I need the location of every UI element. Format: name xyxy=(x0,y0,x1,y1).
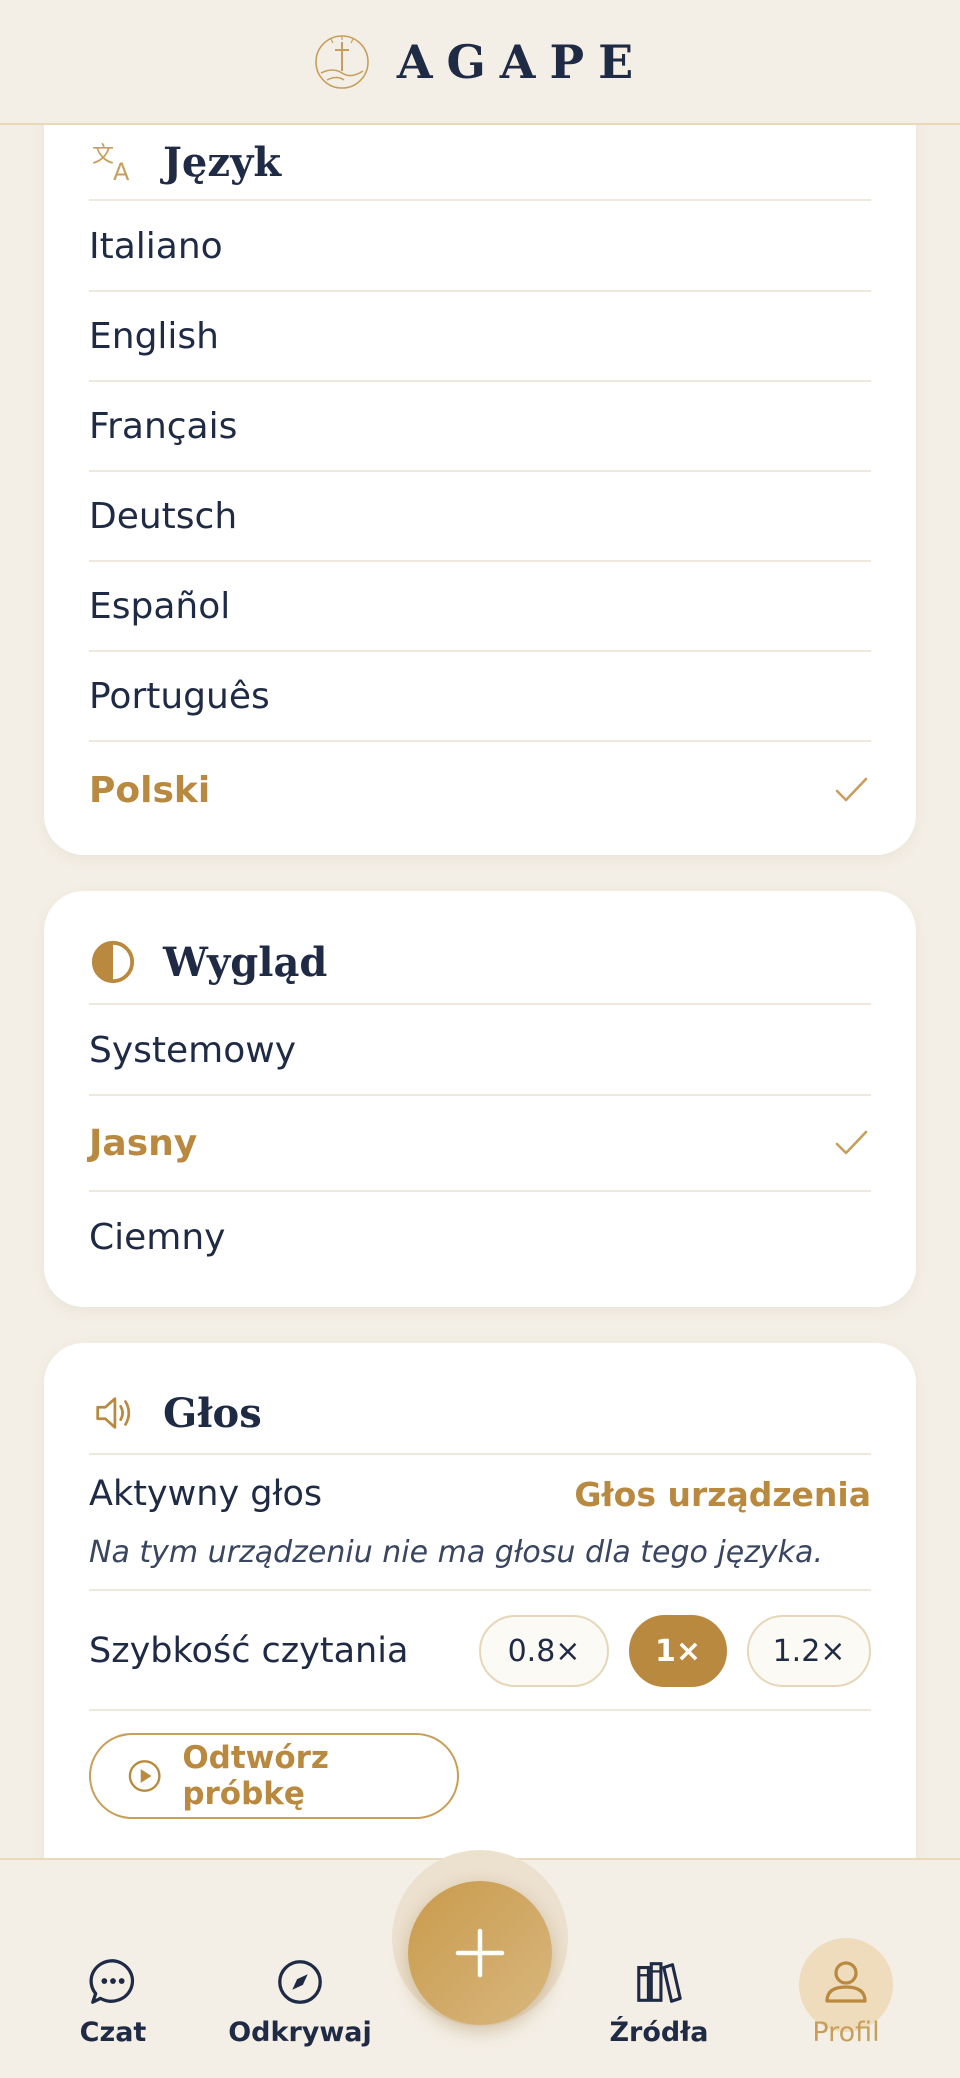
appearance-card: Wygląd Systemowy Jasny Ciemny xyxy=(44,891,916,1307)
voice-title: Głos xyxy=(163,1389,262,1437)
language-option-francais[interactable]: Français xyxy=(89,382,871,472)
nav-label-discover: Odkrywaj xyxy=(228,2017,372,2048)
nav-label-sources: Źródła xyxy=(609,2017,709,2048)
check-icon xyxy=(835,777,868,802)
appearance-option-light[interactable]: Jasny xyxy=(89,1096,871,1192)
language-title: Język xyxy=(163,138,282,186)
svg-text:A: A xyxy=(113,158,130,186)
nav-item-discover[interactable]: Odkrywaj xyxy=(220,1860,380,2078)
nav-item-sources[interactable]: Źródła xyxy=(579,1860,739,2078)
language-option-polski[interactable]: Polski xyxy=(89,742,871,838)
plus-icon xyxy=(455,1928,505,1978)
user-icon xyxy=(819,1955,873,2009)
play-sample-button[interactable]: Odtwórz próbkę xyxy=(89,1733,459,1819)
language-card: 文 A Język Italiano English Français Deut… xyxy=(44,125,916,855)
language-option-italiano[interactable]: Italiano xyxy=(89,202,871,292)
reading-speed-label: Szybkość czytania xyxy=(89,1631,409,1671)
speed-chip-0-8[interactable]: 0.8× xyxy=(479,1615,609,1687)
voice-card: Głos Aktywny głos Głos urządzenia Na tym… xyxy=(44,1343,916,1858)
language-option-deutsch[interactable]: Deutsch xyxy=(89,472,871,562)
books-icon xyxy=(632,1955,686,2009)
active-voice-label: Aktywny głos xyxy=(89,1474,323,1514)
language-option-portugues[interactable]: Português xyxy=(89,652,871,742)
new-chat-button[interactable] xyxy=(408,1881,552,2025)
contrast-icon xyxy=(89,938,137,986)
nav-label-profile: Profil xyxy=(812,2017,880,2048)
voice-note: Na tym urządzeniu nie ma głosu dla tego … xyxy=(89,1531,871,1591)
nav-item-profile[interactable]: Profil xyxy=(766,1860,926,2078)
nav-item-chat[interactable]: Czat xyxy=(33,1860,193,2078)
settings-scroll[interactable]: 文 A Język Italiano English Français Deut… xyxy=(0,125,960,1858)
speed-chips: 0.8× 1× 1.2× xyxy=(479,1615,871,1687)
translate-icon: 文 A xyxy=(89,138,137,186)
language-header: 文 A Język xyxy=(89,125,871,201)
chat-icon xyxy=(86,1955,140,2009)
svg-text:文: 文 xyxy=(92,143,114,168)
active-voice-row[interactable]: Aktywny głos Głos urządzenia xyxy=(89,1457,871,1531)
check-icon xyxy=(835,1130,868,1155)
speed-chip-1[interactable]: 1× xyxy=(629,1615,727,1687)
reading-speed-row: Szybkość czytania 0.8× 1× 1.2× xyxy=(89,1593,871,1711)
play-sample-label: Odtwórz próbkę xyxy=(182,1740,329,1812)
appearance-title: Wygląd xyxy=(163,938,328,986)
language-option-english[interactable]: English xyxy=(89,292,871,382)
nav-label-chat: Czat xyxy=(79,2017,147,2048)
active-voice-value[interactable]: Głos urządzenia xyxy=(574,1475,871,1514)
app-header: AGAPE xyxy=(0,0,960,125)
cross-sun-logo xyxy=(315,34,369,89)
appearance-option-dark[interactable]: Ciemny xyxy=(89,1192,871,1282)
appearance-header: Wygląd xyxy=(89,921,871,1005)
speed-chip-1-2[interactable]: 1.2× xyxy=(747,1615,871,1687)
appearance-option-system[interactable]: Systemowy xyxy=(89,1006,871,1096)
logo: AGAPE xyxy=(313,33,647,91)
brand-name: AGAPE xyxy=(396,34,648,89)
voice-header: Głos xyxy=(89,1373,871,1455)
play-icon xyxy=(128,1760,161,1792)
compass-icon xyxy=(273,1955,327,2009)
speaker-icon xyxy=(89,1389,137,1437)
language-option-espanol[interactable]: Español xyxy=(89,562,871,652)
